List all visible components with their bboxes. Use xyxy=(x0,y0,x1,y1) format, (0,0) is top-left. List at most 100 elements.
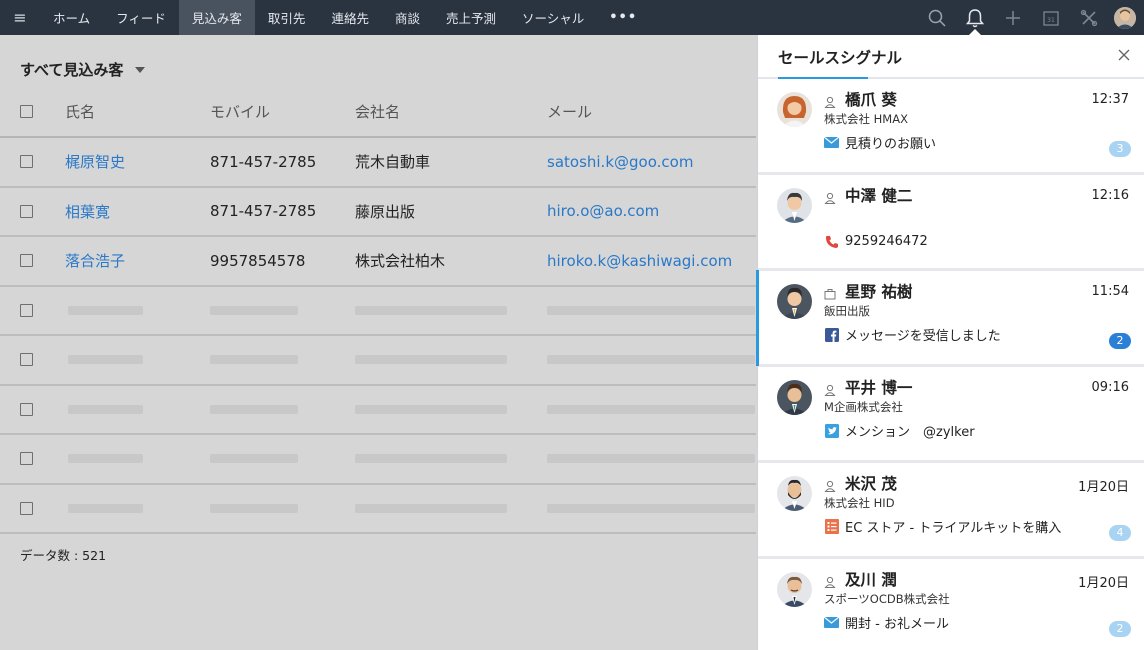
loading-placeholder xyxy=(355,355,507,365)
nav-item-social[interactable]: ソーシャル xyxy=(509,0,597,35)
loading-placeholder xyxy=(68,404,143,414)
table-row[interactable]: 梶原智史 871-457-2785 荒木自動車 satoshi.k@goo.co… xyxy=(0,138,756,188)
plus-icon[interactable] xyxy=(994,0,1032,35)
search-icon[interactable] xyxy=(918,0,956,35)
column-header-company[interactable]: 会社名 xyxy=(355,101,547,122)
tools-icon[interactable] xyxy=(1070,0,1108,35)
email-icon xyxy=(824,615,839,630)
signal-message-text: メッセージを受信しました xyxy=(845,329,1001,344)
signal-time: 1月20日 xyxy=(1078,480,1129,495)
signal-contact-name[interactable]: 中澤 健二 xyxy=(845,184,912,206)
signal-message-text: 開封 - お礼メール xyxy=(845,617,949,632)
loading-placeholder xyxy=(68,454,143,464)
signal-contact-name[interactable]: 橋爪 葵 xyxy=(845,88,897,110)
signal-contact-name[interactable]: 米沢 茂 xyxy=(845,472,897,494)
signal-item[interactable]: 中澤 健二 12:16 9259246472 xyxy=(758,175,1144,271)
signal-message-text: メンション @zylker xyxy=(845,425,975,440)
form-icon xyxy=(824,519,839,534)
row-checkbox[interactable] xyxy=(20,353,33,367)
row-checkbox[interactable] xyxy=(20,303,33,317)
lead-name-link[interactable]: 相葉寛 xyxy=(65,201,210,222)
loading-placeholder xyxy=(210,355,298,365)
lead-mobile: 871-457-2785 xyxy=(210,202,317,221)
signal-company: 飯田出版 xyxy=(824,304,870,318)
row-checkbox[interactable] xyxy=(20,155,33,169)
signal-company: 株式会社 HMAX xyxy=(824,112,908,126)
close-icon[interactable] xyxy=(1116,47,1132,63)
loading-placeholder xyxy=(210,404,298,414)
nav-item-deals[interactable]: 商談 xyxy=(382,0,433,35)
briefcase-icon xyxy=(824,285,836,300)
nav-item-forecasts[interactable]: 売上予測 xyxy=(433,0,509,35)
signal-count-badge: 2 xyxy=(1109,621,1131,637)
chevron-down-icon[interactable] xyxy=(135,66,146,73)
avatar xyxy=(777,92,812,127)
facebook-icon xyxy=(824,327,839,342)
table-row[interactable]: 落合浩子 9957854578 株式会社柏木 hiroko.k@kashiwag… xyxy=(0,237,756,287)
nav-item-feed[interactable]: フィード xyxy=(103,0,179,35)
signal-item[interactable]: 及川 潤 1月20日 スポーツOCDB株式会社 開封 - お礼メール 2 xyxy=(758,559,1144,650)
table-row[interactable]: 相葉寛 871-457-2785 藤原出版 hiro.o@ao.com xyxy=(0,188,756,237)
signal-item[interactable]: 米沢 茂 1月20日 株式会社 HID EC ストア - トライアルキットを購入… xyxy=(758,463,1144,559)
signal-item[interactable]: 平井 博一 09:16 M企画株式会社 メンション @zylker xyxy=(758,367,1144,463)
lead-company: 株式会社柏木 xyxy=(355,252,446,271)
person-icon xyxy=(824,93,836,108)
nav-item-accounts[interactable]: 取引先 xyxy=(255,0,319,35)
user-avatar[interactable] xyxy=(1114,6,1136,29)
lead-email-link[interactable]: hiro.o@ao.com xyxy=(547,202,756,220)
leads-list-view: すべて見込み客 氏名 モバイル 会社名 メール 梶原智史 871-457-278… xyxy=(0,35,756,650)
avatar xyxy=(777,572,812,607)
loading-placeholder xyxy=(210,503,298,513)
more-menu-button[interactable]: ••• xyxy=(597,0,649,35)
column-header-name[interactable]: 氏名 xyxy=(65,101,210,122)
loading-placeholder xyxy=(547,503,755,513)
placeholder-row xyxy=(0,485,756,534)
signal-contact-name[interactable]: 星野 祐樹 xyxy=(845,280,912,302)
signal-contact-name[interactable]: 平井 博一 xyxy=(845,376,912,398)
select-all-checkbox[interactable] xyxy=(20,105,33,118)
signal-time: 09:16 xyxy=(1091,380,1129,395)
panel-header: セールスシグナル xyxy=(758,35,1144,79)
row-checkbox[interactable] xyxy=(20,452,33,466)
nav-item-contacts[interactable]: 連絡先 xyxy=(318,0,382,35)
nav-item-leads[interactable]: 見込み客 xyxy=(178,0,255,35)
signal-company: スポーツOCDB株式会社 xyxy=(824,592,950,606)
signal-item[interactable]: 星野 祐樹 11:54 飯田出版 メッセージを受信しました 2 xyxy=(756,270,1144,367)
signal-count-badge: 4 xyxy=(1109,525,1131,541)
hamburger-menu-icon[interactable]: ≡ xyxy=(0,0,40,35)
signal-item[interactable]: 橋爪 葵 12:37 株式会社 HMAX 見積りのお願い 3 xyxy=(758,79,1144,175)
person-icon xyxy=(824,381,836,396)
signal-message: 開封 - お礼メール xyxy=(824,613,949,632)
calendar-icon[interactable]: 31 xyxy=(1032,0,1070,35)
record-count: データ数 : 521 xyxy=(20,548,107,563)
lead-email-link[interactable]: hiroko.k@kashiwagi.com xyxy=(547,252,756,270)
nav-item-home[interactable]: ホーム xyxy=(40,0,103,35)
row-checkbox[interactable] xyxy=(20,254,33,268)
placeholder-row xyxy=(0,386,756,435)
signal-company: M企画株式会社 xyxy=(824,400,903,414)
sales-signals-panel: セールスシグナル 橋爪 葵 12:37 株式会社 HMAX 見積りのお願い 3 xyxy=(756,35,1144,650)
column-header-email[interactable]: メール xyxy=(547,101,756,122)
signal-message: 見積りのお願い xyxy=(824,133,936,152)
signal-time: 12:16 xyxy=(1091,188,1129,203)
bell-icon[interactable] xyxy=(956,0,994,35)
lead-email-link[interactable]: satoshi.k@goo.com xyxy=(547,153,756,171)
column-header-mobile[interactable]: モバイル xyxy=(210,101,355,122)
row-checkbox[interactable] xyxy=(20,204,33,218)
view-selector[interactable]: すべて見込み客 xyxy=(20,59,146,80)
view-title[interactable]: すべて見込み客 xyxy=(20,59,123,80)
svg-text:31: 31 xyxy=(1047,17,1055,24)
loading-placeholder xyxy=(547,404,755,414)
loading-placeholder xyxy=(68,305,143,315)
signal-contact-name[interactable]: 及川 潤 xyxy=(845,568,897,590)
row-checkbox[interactable] xyxy=(20,501,33,515)
loading-placeholder xyxy=(355,454,507,464)
lead-name-link[interactable]: 落合浩子 xyxy=(65,250,210,271)
twitter-icon xyxy=(824,423,839,438)
signal-time: 12:37 xyxy=(1091,92,1129,107)
phone-icon xyxy=(824,234,839,249)
row-checkbox[interactable] xyxy=(20,402,33,416)
lead-company: 藤原出版 xyxy=(355,202,416,221)
avatar xyxy=(777,188,812,223)
lead-name-link[interactable]: 梶原智史 xyxy=(65,151,210,172)
